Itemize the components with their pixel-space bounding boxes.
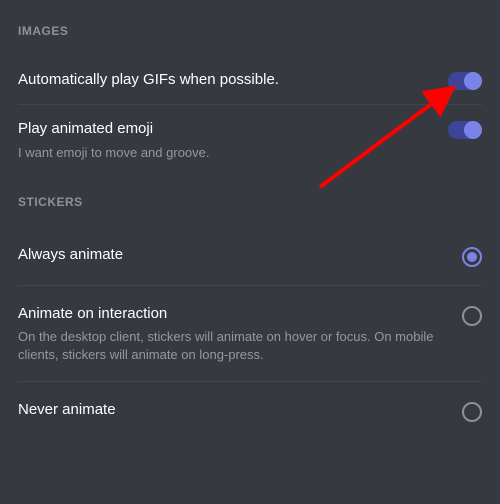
setting-play-animated-emoji[interactable]: Play animated emoji I want emoji to move… (18, 104, 482, 175)
setting-always-animate[interactable]: Always animate (18, 227, 482, 285)
control (448, 70, 482, 90)
always-animate-radio[interactable] (462, 247, 482, 267)
setting-title: Never animate (18, 400, 450, 420)
setting-title: Always animate (18, 245, 450, 265)
control (462, 400, 482, 422)
setting-never-animate[interactable]: Never animate (18, 381, 482, 440)
setting-text: Never animate (18, 400, 450, 420)
stickers-settings: Always animate Animate on interaction On… (18, 227, 482, 440)
setting-title: Automatically play GIFs when possible. (18, 70, 436, 90)
setting-auto-play-gifs[interactable]: Automatically play GIFs when possible. (18, 56, 482, 104)
setting-animate-on-interaction[interactable]: Animate on interaction On the desktop cl… (18, 285, 482, 381)
setting-title: Animate on interaction (18, 304, 450, 324)
never-animate-radio[interactable] (462, 402, 482, 422)
setting-subtitle: On the desktop client, stickers will ani… (18, 328, 450, 363)
play-animated-emoji-toggle[interactable] (448, 121, 482, 139)
section-header-images: IMAGES (18, 24, 482, 38)
toggle-knob-icon (464, 121, 482, 139)
control (448, 119, 482, 139)
settings-panel: IMAGES Automatically play GIFs when poss… (0, 0, 500, 456)
setting-text: Automatically play GIFs when possible. (18, 70, 436, 90)
setting-text: Always animate (18, 245, 450, 265)
section-header-stickers: STICKERS (18, 195, 482, 209)
animate-on-interaction-radio[interactable] (462, 306, 482, 326)
toggle-knob-icon (464, 72, 482, 90)
control (462, 245, 482, 267)
setting-subtitle: I want emoji to move and groove. (18, 144, 436, 162)
auto-play-gifs-toggle[interactable] (448, 72, 482, 90)
setting-title: Play animated emoji (18, 119, 436, 139)
control (462, 304, 482, 326)
images-settings: Automatically play GIFs when possible. P… (18, 56, 482, 175)
setting-text: Animate on interaction On the desktop cl… (18, 304, 450, 363)
setting-text: Play animated emoji I want emoji to move… (18, 119, 436, 161)
